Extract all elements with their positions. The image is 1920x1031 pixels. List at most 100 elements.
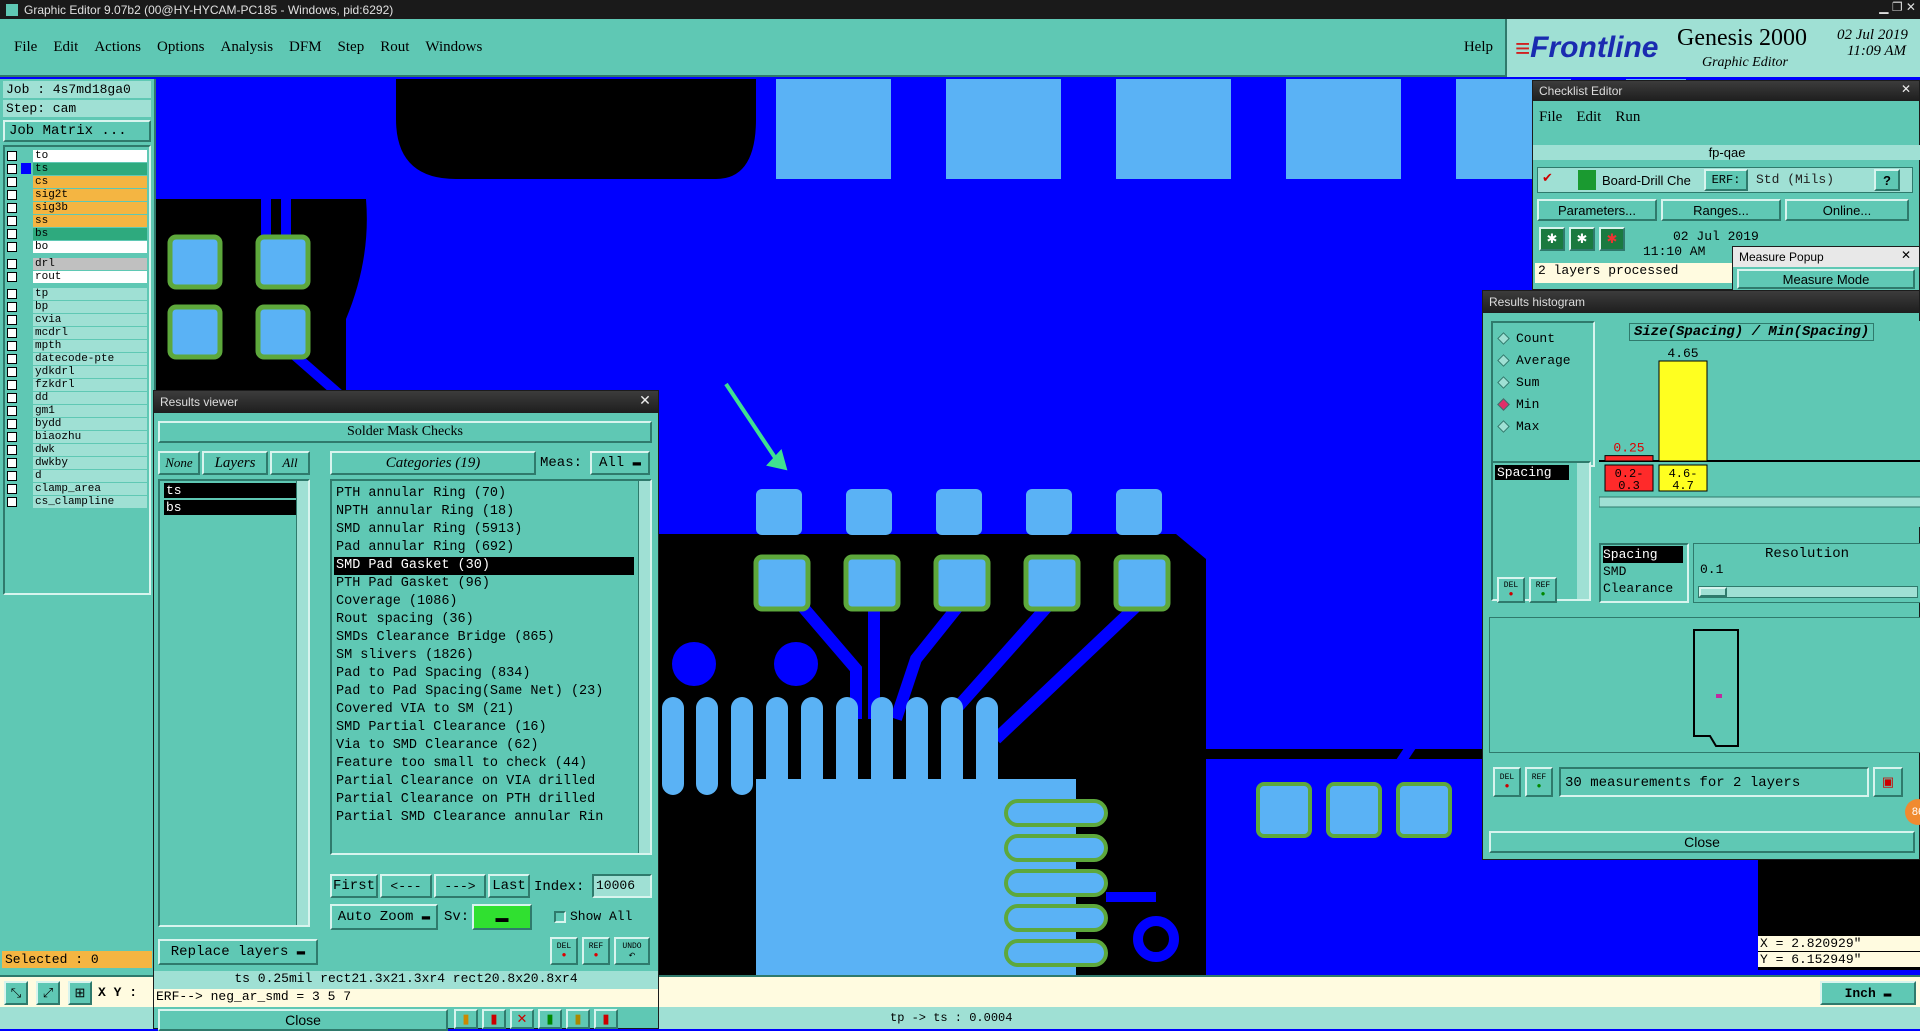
layer-name[interactable]: ts: [33, 162, 147, 175]
layer-row[interactable]: clamp_area: [7, 482, 147, 495]
layer-name[interactable]: dwk: [33, 443, 147, 456]
layer-row[interactable]: drl: [7, 257, 147, 270]
layer-name[interactable]: d: [33, 469, 147, 482]
index-input[interactable]: 10006: [592, 874, 652, 898]
show-all-checkbox[interactable]: [554, 911, 566, 923]
layer-checkbox[interactable]: [7, 431, 17, 442]
layer-checkbox[interactable]: [7, 288, 17, 299]
preview-del-button[interactable]: DEL ●: [1493, 767, 1521, 797]
measure-mode-button[interactable]: Measure Mode: [1737, 269, 1915, 289]
category-item[interactable]: Pad annular Ring (692): [334, 539, 634, 557]
radio-icon[interactable]: [1497, 375, 1510, 389]
category-item[interactable]: SMD Pad Gasket (30): [334, 557, 634, 575]
layer-row[interactable]: biaozhu: [7, 430, 147, 443]
layer-name[interactable]: biaozhu: [33, 430, 147, 443]
notification-badge[interactable]: 86: [1905, 799, 1920, 825]
menu-step[interactable]: Step: [338, 39, 365, 56]
layer-name[interactable]: rout: [33, 270, 147, 283]
layer-checkbox[interactable]: [7, 483, 17, 494]
layer-row[interactable]: mpth: [7, 339, 147, 352]
checklist-menu-run[interactable]: Run: [1615, 109, 1640, 126]
layer-checkbox[interactable]: [7, 271, 17, 282]
layer-checkbox[interactable]: [7, 496, 17, 507]
layer-row[interactable]: sig2t: [7, 188, 147, 201]
category-item[interactable]: Covered VIA to SM (21): [334, 701, 634, 719]
layer-checkbox[interactable]: [7, 405, 17, 416]
layer-checkbox[interactable]: [7, 228, 17, 239]
prev-button[interactable]: <---: [380, 874, 432, 898]
option-average[interactable]: Average: [1497, 349, 1587, 371]
option-max[interactable]: Max: [1497, 415, 1587, 437]
help-icon[interactable]: ?: [1874, 169, 1900, 191]
close-icon[interactable]: ✕: [636, 392, 654, 408]
layer-row[interactable]: d: [7, 469, 147, 482]
layer-row[interactable]: bo: [7, 240, 147, 253]
layer-row[interactable]: dwkby: [7, 456, 147, 469]
run-icons[interactable]: ✱ ✱ ✱: [1539, 227, 1625, 251]
option-count[interactable]: Count: [1497, 327, 1587, 349]
close-icon[interactable]: ✕: [1897, 82, 1915, 96]
layer-name[interactable]: fzkdrl: [33, 378, 147, 391]
run-icon[interactable]: ✱: [1539, 227, 1565, 251]
layer-checkbox[interactable]: [7, 301, 17, 312]
layer-checkbox[interactable]: [7, 379, 17, 390]
checklist-menu-edit[interactable]: Edit: [1576, 109, 1601, 126]
histogram-export-icon[interactable]: ▣: [1873, 767, 1903, 797]
checklist-menu-file[interactable]: File: [1539, 109, 1562, 126]
left-list-item[interactable]: Spacing: [1495, 465, 1569, 480]
tool-icon-5[interactable]: ▮: [566, 1009, 590, 1029]
layer-name[interactable]: bp: [33, 300, 147, 313]
layer-row[interactable]: ss: [7, 214, 147, 227]
tool-icon-4[interactable]: ▮: [538, 1009, 562, 1029]
category-item[interactable]: Rout spacing (36): [334, 611, 634, 629]
check-row[interactable]: ✔ Board-Drill Che ERF: Std (Mils) ?: [1537, 167, 1913, 193]
histogram-bar[interactable]: [1658, 360, 1708, 462]
del-button[interactable]: DEL ●: [550, 937, 578, 965]
layer-row[interactable]: bydd: [7, 417, 147, 430]
layer-checkbox[interactable]: [7, 392, 17, 403]
layer-checkbox[interactable]: [7, 366, 17, 377]
layer-row[interactable]: tp: [7, 287, 147, 300]
radio-icon[interactable]: [1497, 353, 1510, 367]
layer-row[interactable]: bp: [7, 300, 147, 313]
layer-name[interactable]: cvia: [33, 313, 147, 326]
right-list-item[interactable]: SMD: [1603, 563, 1685, 580]
layer-checkbox[interactable]: [7, 202, 17, 213]
menu-file[interactable]: File: [14, 39, 37, 56]
units-select[interactable]: Inch ▬: [1820, 981, 1916, 1005]
layer-row[interactable]: mcdrl: [7, 326, 147, 339]
category-item[interactable]: Feature too small to check (44): [334, 755, 634, 773]
tool-arrow[interactable]: ⤡: [4, 981, 28, 1005]
menu-rout[interactable]: Rout: [380, 39, 409, 56]
menu-analysis[interactable]: Analysis: [221, 39, 274, 56]
layer-checkbox[interactable]: [7, 258, 17, 269]
layer-checkbox[interactable]: [7, 176, 17, 187]
category-item[interactable]: Partial Clearance on PTH drilled: [334, 791, 634, 809]
tool-icon-3[interactable]: ✕: [510, 1009, 534, 1029]
layer-name[interactable]: clamp_area: [33, 482, 147, 495]
category-item[interactable]: Via to SMD Clearance (62): [334, 737, 634, 755]
category-item[interactable]: SMD Partial Clearance (16): [334, 719, 634, 737]
sv-color-select[interactable]: ▬: [472, 904, 532, 930]
layer-name[interactable]: sig3b: [33, 201, 147, 214]
layer-checkbox[interactable]: [7, 150, 17, 161]
menu-dfm[interactable]: DFM: [289, 39, 322, 56]
category-item[interactable]: Coverage (1086): [334, 593, 634, 611]
close-icon[interactable]: ✕: [1897, 248, 1915, 262]
category-item[interactable]: Partial Clearance on VIA drilled: [334, 773, 634, 791]
hist-del-button[interactable]: DEL ●: [1497, 577, 1525, 603]
histogram-close-button[interactable]: Close: [1489, 831, 1915, 853]
layer-checkbox[interactable]: [7, 353, 17, 364]
layer-row[interactable]: fzkdrl: [7, 378, 147, 391]
layer-row[interactable]: ydkdrl: [7, 365, 147, 378]
right-list-item[interactable]: Clearance: [1603, 580, 1685, 597]
layer-row[interactable]: dd: [7, 391, 147, 404]
layer-checkbox[interactable]: [7, 340, 17, 351]
radio-icon[interactable]: [1497, 397, 1510, 411]
help-menu[interactable]: Help: [1464, 39, 1493, 56]
layer-name[interactable]: dwkby: [33, 456, 147, 469]
layer-checkbox[interactable]: [7, 418, 17, 429]
all-button[interactable]: All: [270, 451, 310, 475]
last-button[interactable]: Last: [488, 874, 530, 898]
layer-row[interactable]: gm1: [7, 404, 147, 417]
